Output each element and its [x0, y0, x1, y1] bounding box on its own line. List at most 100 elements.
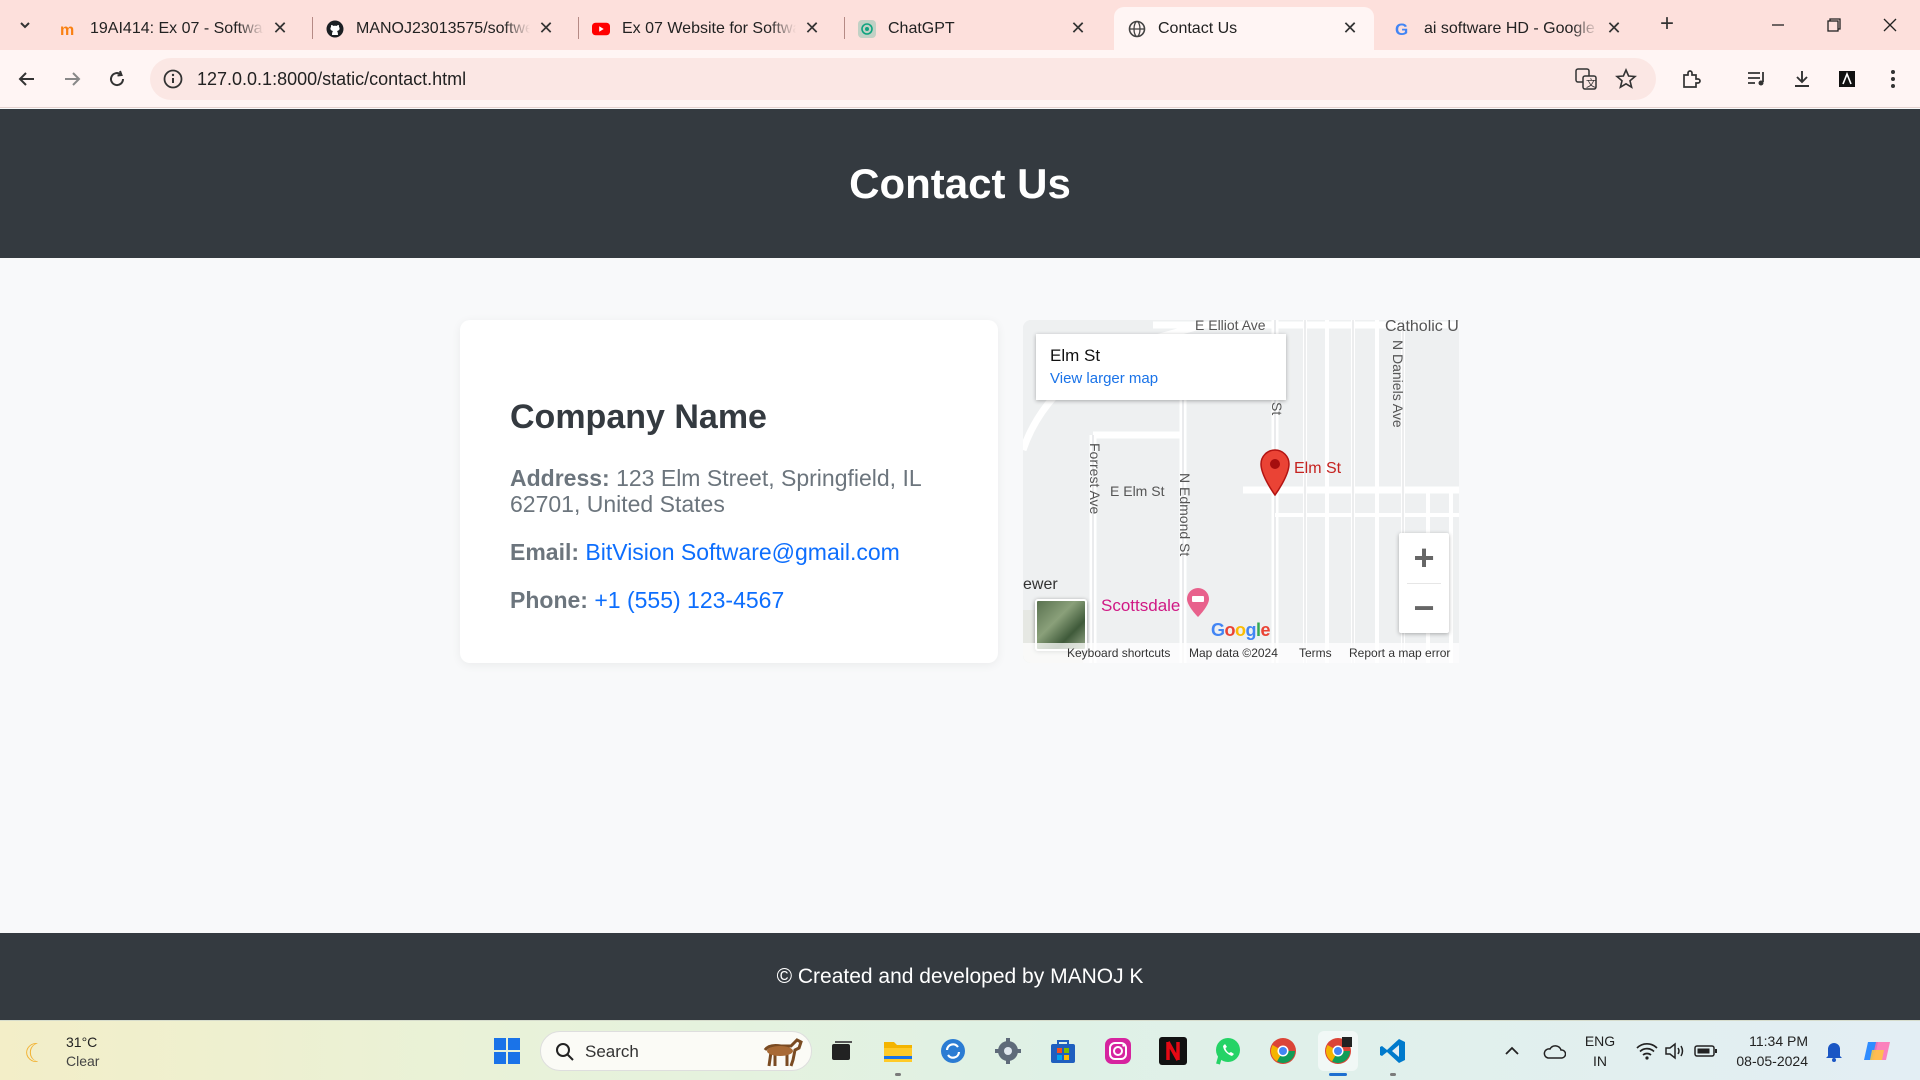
netflix-icon [1159, 1037, 1187, 1065]
taskbar-chrome[interactable] [1263, 1031, 1303, 1071]
taskbar-instagram[interactable] [1098, 1031, 1138, 1071]
store-icon [1051, 1040, 1075, 1063]
bookmark-star-icon[interactable] [1614, 67, 1638, 91]
taskbar-clock[interactable]: 11:34 PM 08-05-2024 [1728, 1031, 1808, 1071]
report-error-link[interactable]: Report a map error [1349, 646, 1450, 660]
google-icon: G [1394, 20, 1412, 38]
horse-doodle-icon [763, 1038, 803, 1067]
taskbar-file-explorer[interactable] [878, 1031, 918, 1076]
extensions-icon[interactable] [1676, 64, 1706, 94]
svg-text:文: 文 [1586, 77, 1596, 90]
media-control-icon[interactable] [1742, 64, 1772, 94]
tab-contact-us[interactable]: Contact Us ✕ [1114, 7, 1374, 50]
wifi-icon[interactable] [1636, 1031, 1658, 1071]
address-line: Address: 123 Elm Street, Springfield, IL… [510, 465, 948, 517]
address-bar[interactable]: 127.0.0.1:8000/static/contact.html 文 [150, 58, 1656, 100]
map-pin-icon[interactable] [1259, 448, 1291, 496]
taskbar-whatsapp[interactable] [1208, 1031, 1248, 1071]
taskbar-settings[interactable] [988, 1031, 1028, 1071]
url-text[interactable]: 127.0.0.1:8000/static/contact.html [197, 69, 466, 90]
email-link[interactable]: BitVision Software@gmail.com [585, 539, 899, 565]
phone-link[interactable]: +1 (555) 123-4567 [594, 587, 784, 613]
hotel-pin-icon[interactable] [1186, 588, 1210, 618]
street-label-n-edmond: N Edmond St [1177, 473, 1193, 557]
chrome-icon [1325, 1037, 1352, 1064]
tab-chatgpt[interactable]: ChatGPT ✕ [844, 7, 1102, 50]
whatsapp-icon [1216, 1038, 1240, 1065]
close-icon[interactable]: ✕ [1340, 18, 1360, 39]
profile-avatar-icon[interactable] [1832, 64, 1862, 94]
taskbar-sync-app[interactable] [933, 1031, 973, 1071]
show-hidden-icons[interactable] [1504, 1031, 1520, 1071]
tab-google-search[interactable]: G ai software HD - Google Se ✕ [1380, 7, 1638, 50]
onedrive-icon[interactable] [1542, 1031, 1566, 1071]
gear-icon [995, 1038, 1021, 1064]
tab-github[interactable]: MANOJ23013575/softweb ✕ [312, 7, 570, 50]
vscode-icon [1380, 1039, 1405, 1063]
clock-time: 11:34 PM [1749, 1033, 1808, 1049]
tab-strip: m 19AI414: Ex 07 - Software D ✕ MANOJ230… [0, 0, 1920, 50]
restore-button[interactable] [1806, 0, 1862, 50]
github-icon [326, 20, 344, 38]
weather-condition: Clear [66, 1053, 100, 1069]
site-info-icon[interactable] [162, 68, 184, 90]
folder-icon [884, 1042, 912, 1062]
taskbar-vscode[interactable] [1373, 1031, 1413, 1076]
close-icon [1883, 18, 1897, 32]
map-attribution: Keyboard shortcuts Map data ©2024 Terms … [1023, 643, 1459, 663]
minimize-button[interactable] [1750, 0, 1806, 50]
download-icon[interactable] [1787, 64, 1817, 94]
battery-icon[interactable] [1694, 1031, 1718, 1071]
view-larger-map-link[interactable]: View larger map [1050, 370, 1286, 387]
tab-search-button[interactable] [10, 11, 40, 39]
youtube-icon [592, 20, 610, 38]
street-label-forrest: Forrest Ave [1087, 443, 1103, 515]
chevron-down-icon [20, 22, 30, 29]
taskbar-store[interactable] [1043, 1031, 1083, 1071]
zoom-out-button[interactable]: − [1399, 583, 1449, 633]
notification-bell-icon[interactable] [1824, 1031, 1844, 1071]
close-icon[interactable]: ✕ [802, 18, 822, 39]
reload-button[interactable] [100, 62, 134, 96]
task-view-button[interactable] [822, 1031, 862, 1071]
tab-title: Ex 07 Website for Software [622, 19, 796, 37]
map-zoom-control: + − [1399, 533, 1449, 633]
svg-text:G: G [1395, 20, 1408, 38]
terms-link[interactable]: Terms [1299, 646, 1332, 660]
close-icon[interactable]: ✕ [270, 18, 290, 39]
language-indicator[interactable]: ENG IN [1578, 1031, 1622, 1071]
close-window-button[interactable] [1862, 0, 1918, 50]
windows-icon [494, 1038, 520, 1064]
tab-moodle[interactable]: m 19AI414: Ex 07 - Software D ✕ [46, 7, 304, 50]
street-label-n-daniels: N Daniels Ave [1390, 340, 1406, 428]
tab-title: ai software HD - Google Se [1424, 19, 1598, 37]
pin-label: Elm St [1294, 460, 1342, 477]
arrow-right-icon [65, 72, 81, 86]
taskbar-search[interactable]: Search [540, 1031, 812, 1071]
embedded-map[interactable]: E Elliot Ave Catholic U N Daniels Ave St… [1023, 320, 1459, 663]
close-icon[interactable]: ✕ [1068, 18, 1088, 39]
tab-title: ChatGPT [888, 19, 955, 37]
back-button[interactable] [10, 62, 44, 96]
reload-icon [110, 70, 125, 87]
more-menu-icon[interactable] [1878, 64, 1908, 94]
taskbar-netflix[interactable] [1153, 1031, 1193, 1071]
taskbar-chrome-profile[interactable] [1318, 1031, 1358, 1076]
browser-toolbar: 127.0.0.1:8000/static/contact.html 文 [0, 50, 1920, 108]
tab-youtube[interactable]: Ex 07 Website for Software ✕ [578, 7, 836, 50]
copilot-icon[interactable] [1862, 1031, 1892, 1071]
zoom-in-button[interactable]: + [1399, 533, 1449, 583]
start-button[interactable] [487, 1031, 527, 1071]
close-icon[interactable]: ✕ [1604, 18, 1624, 39]
zoom-divider [1407, 583, 1441, 584]
close-icon[interactable]: ✕ [536, 18, 556, 39]
volume-icon[interactable] [1664, 1031, 1686, 1071]
forward-button[interactable] [55, 62, 89, 96]
keyboard-shortcuts-link[interactable]: Keyboard shortcuts [1067, 646, 1170, 660]
chevron-up-icon [1505, 1046, 1519, 1055]
running-indicator [1329, 1073, 1347, 1076]
translate-icon[interactable]: 文 [1574, 67, 1598, 91]
new-tab-button[interactable]: + [1652, 10, 1682, 40]
weather-widget[interactable]: ☾ 31°C Clear [22, 1032, 112, 1072]
place-label-scottsdale: Scottsdale [1101, 596, 1181, 615]
